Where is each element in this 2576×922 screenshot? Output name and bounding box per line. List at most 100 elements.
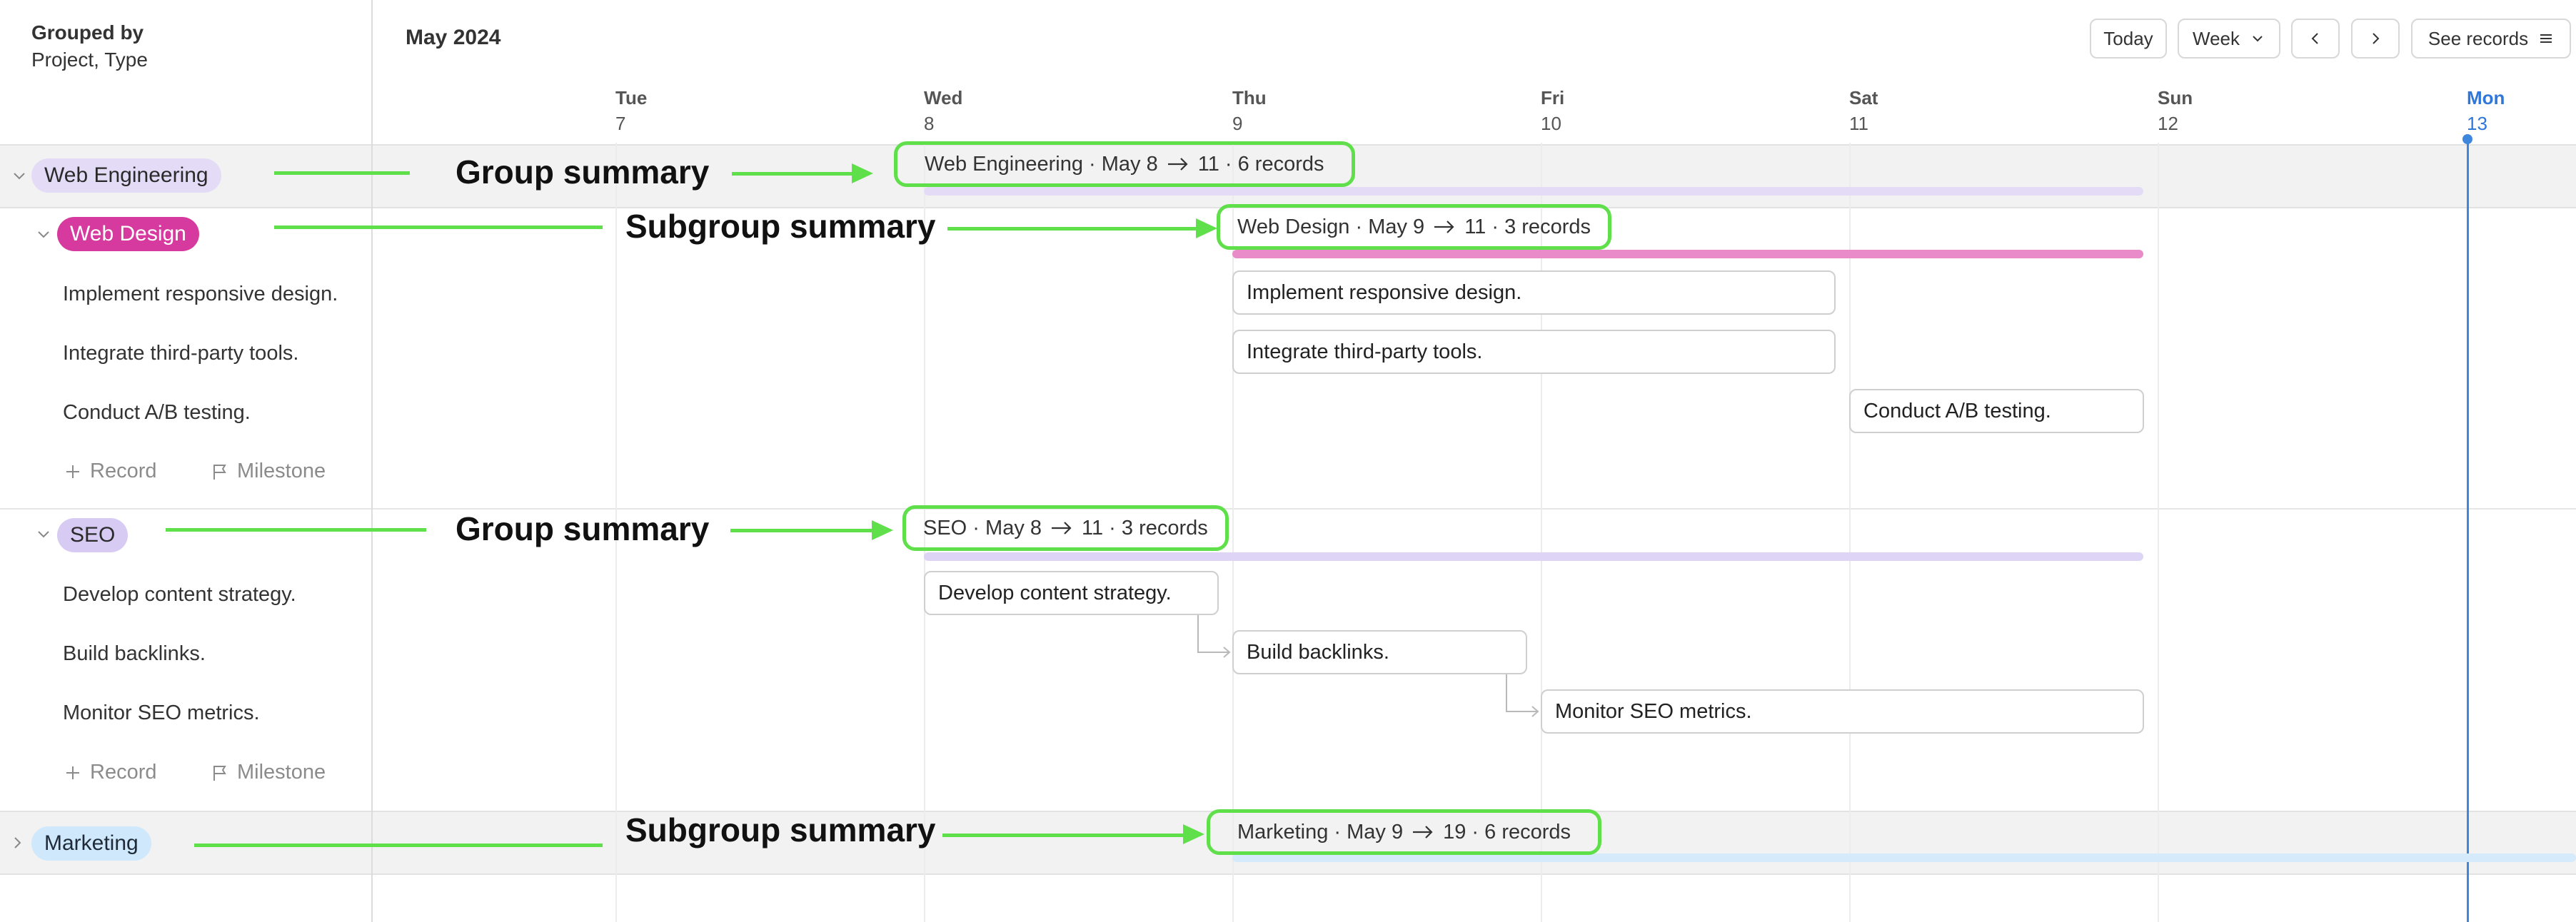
chevron-down-icon: [2253, 36, 2263, 42]
next-period-button[interactable]: [2351, 19, 2400, 59]
annotation-line: [730, 529, 873, 532]
day-gridline-sun: [2158, 143, 2159, 922]
annotation-line: [194, 844, 603, 847]
group-summary-bar-seo[interactable]: [924, 552, 2143, 561]
day-name-thu: Thu: [1232, 87, 1267, 108]
group-summary-marketing[interactable]: Marketing · May 9 19 · 6 records: [1207, 809, 1602, 855]
task-label-monitor-seo-metrics[interactable]: Monitor SEO metrics.: [63, 701, 260, 725]
annotation-subgroup-summary: Subgroup summary: [625, 811, 936, 848]
subgroup-pill-web-design[interactable]: Web Design: [57, 217, 199, 251]
task-label-develop-content-strategy[interactable]: Develop content strategy.: [63, 583, 296, 607]
summary-count: 3 records: [1504, 215, 1591, 238]
annotation-line: [732, 172, 853, 176]
list-icon: [2540, 34, 2552, 43]
annotation-line: [274, 171, 410, 175]
chevron-down-icon: [14, 173, 25, 180]
summary-start: May 8: [1101, 152, 1158, 176]
group-summary-bar-web-engineering[interactable]: [924, 187, 2143, 196]
day-gridline-thu: [1232, 143, 1234, 922]
group-pill-seo[interactable]: SEO: [57, 518, 129, 552]
task-bar-build-backlinks[interactable]: Build backlinks.: [1232, 630, 1527, 674]
grouped-by-title: Grouped by: [31, 21, 144, 44]
day-gridline-sat: [1849, 143, 1851, 922]
group-pill-web-engineering[interactable]: Web Engineering: [31, 158, 221, 193]
chevron-right-icon: [14, 837, 21, 848]
group-summary-web-engineering[interactable]: Web Engineering · May 8 11 · 6 records: [894, 141, 1355, 187]
annotation-arrowhead: [852, 163, 873, 183]
add-milestone-button[interactable]: Milestone: [210, 460, 326, 483]
task-bar-conduct-ab-testing[interactable]: Conduct A/B testing.: [1849, 389, 2144, 433]
plus-icon: [66, 465, 79, 478]
previous-period-button[interactable]: [2291, 19, 2340, 59]
annotation-arrowhead: [1183, 824, 1204, 844]
view-selector[interactable]: Week: [2178, 19, 2280, 59]
chevron-down-icon: [38, 531, 49, 538]
month-label: May 2024: [406, 26, 501, 49]
day-num-sat: 11: [1849, 113, 1868, 134]
annotation-line: [942, 834, 1185, 837]
dependency-connector: [1506, 674, 1539, 717]
day-name-wed: Wed: [924, 87, 963, 108]
summary-name: SEO: [923, 516, 967, 539]
row-divider: [0, 508, 2576, 510]
collapse-chevron-web-design[interactable]: [36, 227, 51, 243]
flag-icon: [213, 765, 226, 781]
summary-count: 6 records: [1484, 820, 1571, 844]
task-bar-monitor-seo-metrics[interactable]: Monitor SEO metrics.: [1541, 689, 2144, 734]
day-num-tue: 7: [615, 113, 626, 134]
day-name-fri: Fri: [1541, 87, 1565, 108]
task-bar-integrate-third-party-tools[interactable]: Integrate third-party tools.: [1232, 330, 1836, 374]
add-record-button[interactable]: Record: [63, 460, 157, 483]
today-button[interactable]: Today: [2090, 19, 2167, 59]
task-label-conduct-ab-testing[interactable]: Conduct A/B testing.: [63, 401, 251, 425]
day-name-sat: Sat: [1849, 87, 1878, 108]
day-num-fri: 10: [1541, 113, 1561, 134]
summary-end: 11: [1082, 516, 1104, 539]
arrow-right-icon: [1433, 219, 1456, 235]
day-name-mon-today: Mon: [2467, 87, 2505, 108]
task-label-build-backlinks[interactable]: Build backlinks.: [63, 642, 206, 666]
today-marker-dot: [2462, 134, 2472, 144]
today-button-label: Today: [2103, 27, 2153, 49]
plus-icon: [66, 766, 79, 779]
subgroup-summary-web-design[interactable]: Web Design · May 9 11 · 3 records: [1217, 204, 1611, 250]
annotation-subgroup-summary: Subgroup summary: [625, 208, 936, 245]
task-bar-implement-responsive-design[interactable]: Implement responsive design.: [1232, 270, 1836, 315]
expand-chevron-marketing[interactable]: [10, 835, 26, 851]
annotation-line: [274, 226, 603, 229]
summary-start: May 8: [985, 516, 1042, 539]
group-pill-marketing[interactable]: Marketing: [31, 826, 151, 861]
day-num-sun: 12: [2158, 113, 2178, 134]
today-marker-line: [2467, 138, 2469, 922]
summary-end: 11: [1197, 152, 1219, 176]
see-records-button[interactable]: See records: [2411, 19, 2571, 59]
summary-count: 3 records: [1121, 516, 1208, 539]
summary-end: 19: [1443, 820, 1466, 844]
summary-count: 6 records: [1237, 152, 1324, 176]
summary-name: Web Design: [1237, 215, 1350, 238]
summary-end: 11: [1464, 215, 1486, 238]
task-label-implement-responsive-design[interactable]: Implement responsive design.: [63, 283, 338, 306]
chevron-down-icon: [38, 231, 49, 238]
annotation-group-summary: Group summary: [456, 153, 710, 191]
task-bar-develop-content-strategy[interactable]: Develop content strategy.: [924, 571, 1219, 615]
add-record-label: Record: [90, 460, 157, 482]
annotation-group-summary: Group summary: [456, 510, 710, 547]
task-label-integrate-third-party-tools[interactable]: Integrate third-party tools.: [63, 342, 298, 365]
summary-name: Web Engineering: [925, 152, 1083, 176]
chevron-left-icon: [2311, 33, 2318, 44]
collapse-chevron-seo[interactable]: [36, 527, 51, 542]
annotation-arrowhead: [1196, 218, 1217, 238]
collapse-chevron-web-engineering[interactable]: [11, 168, 27, 184]
day-gridline-fri: [1541, 143, 1542, 922]
chevron-right-icon: [2373, 33, 2380, 44]
subgroup-summary-bar-web-design[interactable]: [1232, 250, 2143, 258]
grouped-by-fields[interactable]: Project, Type: [31, 49, 148, 71]
dependency-connector: [1197, 615, 1231, 658]
day-name-tue: Tue: [615, 87, 648, 108]
add-record-button[interactable]: Record: [63, 761, 157, 784]
add-milestone-button[interactable]: Milestone: [210, 761, 326, 784]
group-summary-seo[interactable]: SEO · May 8 11 · 3 records: [902, 505, 1229, 551]
add-record-label: Record: [90, 761, 157, 784]
add-milestone-label: Milestone: [237, 761, 326, 784]
